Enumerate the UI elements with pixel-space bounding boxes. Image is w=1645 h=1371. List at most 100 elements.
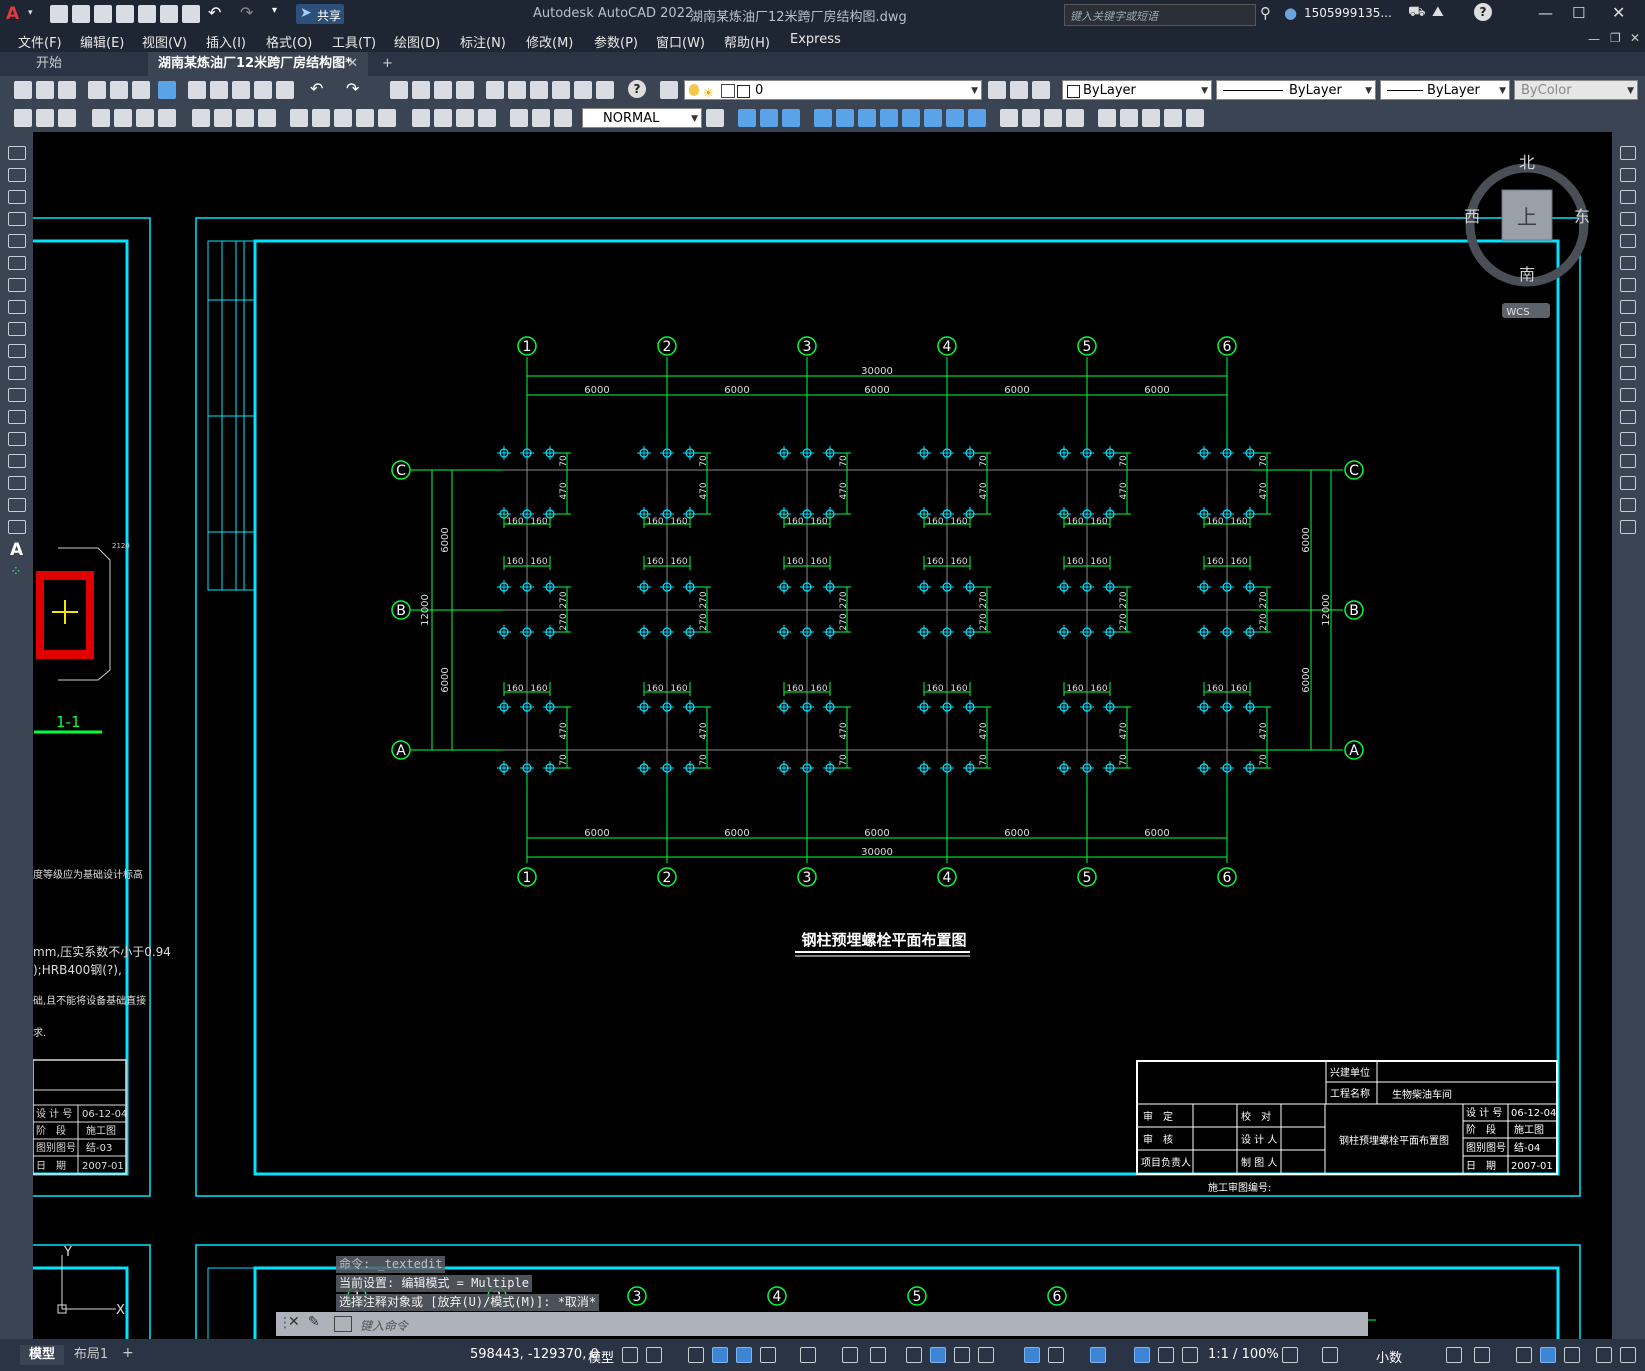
dim-baseline-icon[interactable] <box>312 109 330 127</box>
object-snap-tracking-icon[interactable] <box>842 1347 858 1363</box>
tab-start[interactable]: 开始 <box>26 52 146 76</box>
center-mark-icon[interactable] <box>434 109 452 127</box>
ortho-icon[interactable] <box>736 1347 752 1363</box>
sweep-icon[interactable] <box>858 109 876 127</box>
markup-icon[interactable] <box>574 81 592 99</box>
annotation-monitor-icon[interactable] <box>1322 1347 1338 1363</box>
annotation-visibility-icon[interactable] <box>1134 1347 1150 1363</box>
tab-close-icon[interactable]: ✕ <box>347 52 358 76</box>
customization-icon[interactable] <box>1596 1347 1612 1363</box>
doc-restore-icon[interactable]: ❐ <box>1610 31 1621 45</box>
coordinates[interactable]: 598443, -129370, 0 <box>470 1347 599 1362</box>
cut-icon[interactable] <box>188 81 206 99</box>
menu-draw[interactable]: 绘图(D) <box>394 32 440 51</box>
maximize-icon[interactable]: ☐ <box>1572 4 1585 22</box>
table-icon[interactable] <box>8 520 26 534</box>
rectangle-icon[interactable] <box>8 234 26 248</box>
help-icon-2[interactable]: ? <box>628 80 646 98</box>
insert-block-icon[interactable] <box>8 388 26 402</box>
intersect-icon[interactable] <box>968 109 986 127</box>
drawing-canvas[interactable]: 2120 1-1 度等级应为基础设计标高 mm,压实系数不小于0.94 );HR… <box>33 132 1612 1339</box>
calc-icon[interactable] <box>596 81 614 99</box>
save-as-icon[interactable] <box>116 5 134 23</box>
close-icon[interactable]: ✕ <box>1612 3 1625 22</box>
annotation-scale[interactable]: 1:1 / 100% <box>1208 1347 1279 1362</box>
stretch-icon[interactable] <box>1620 322 1636 336</box>
add-selected-icon[interactable]: ⁘ <box>10 564 22 580</box>
wedge-icon[interactable] <box>760 109 778 127</box>
lineweight-dropdown[interactable]: ByLayer ▼ <box>1380 80 1510 100</box>
doc-close-icon[interactable]: ✕ <box>1630 31 1640 45</box>
save-icon-2[interactable] <box>58 81 76 99</box>
undo-icon[interactable]: ↶ <box>208 3 221 22</box>
transparency-icon[interactable] <box>930 1347 946 1363</box>
help-icon[interactable]: ? <box>1474 3 1492 21</box>
3d-osnap-icon[interactable] <box>978 1347 994 1363</box>
polyline-icon[interactable] <box>8 190 26 204</box>
zoom-previous-icon[interactable] <box>456 81 474 99</box>
menu-tools[interactable]: 工具(T) <box>332 32 376 51</box>
blend-icon[interactable] <box>1620 498 1636 512</box>
compass-south[interactable]: 南 <box>1519 265 1535 284</box>
annotation-scale-icon[interactable] <box>1182 1347 1198 1363</box>
dim-linear-icon[interactable] <box>92 109 110 127</box>
offset-icon[interactable] <box>1620 212 1636 226</box>
lineweight-icon[interactable] <box>906 1347 922 1363</box>
extend-icon[interactable] <box>1620 366 1636 380</box>
jogged-linear-icon[interactable] <box>478 109 496 127</box>
menu-dimension[interactable]: 标注(N) <box>460 32 506 51</box>
save-web-icon[interactable] <box>160 5 178 23</box>
line-icon[interactable] <box>8 146 26 160</box>
arc-icon[interactable] <box>8 256 26 270</box>
loft-icon[interactable] <box>880 109 898 127</box>
grid-icon[interactable] <box>622 1347 638 1363</box>
clean-screen-icon[interactable] <box>1564 1347 1580 1363</box>
infer-constraints-icon[interactable] <box>688 1347 704 1363</box>
rotate-icon[interactable] <box>1620 278 1636 292</box>
sheet-set-icon[interactable] <box>552 81 570 99</box>
break-icon[interactable] <box>1620 410 1636 424</box>
layer-previous-icon[interactable] <box>1010 81 1028 99</box>
open-icon-2[interactable] <box>36 81 54 99</box>
revcloud-icon[interactable] <box>8 300 26 314</box>
fillet-edge-icon[interactable] <box>1000 109 1018 127</box>
dimstyle-dropdown[interactable]: NORMAL ▼ <box>582 108 702 128</box>
model-space-button[interactable]: 模型 <box>588 1347 614 1366</box>
layer-state-icon[interactable] <box>1032 81 1050 99</box>
open-icon[interactable] <box>72 5 90 23</box>
mirror-icon[interactable] <box>1620 190 1636 204</box>
color-dropdown[interactable]: ByLayer ▼ <box>1062 80 1212 100</box>
undo-icon-2[interactable]: ↶ <box>310 79 323 98</box>
copy-icon[interactable] <box>210 81 228 99</box>
menu-modify[interactable]: 修改(M) <box>526 32 573 51</box>
match-prop-icon[interactable] <box>254 81 272 99</box>
ellipse-icon[interactable] <box>8 344 26 358</box>
doc-minimize-icon[interactable]: — <box>1588 32 1600 46</box>
customize-wrench-icon[interactable]: ✎ <box>308 1314 320 1330</box>
tab-drawing[interactable]: 湖南某炼油厂12米跨厂房结构图* ✕ <box>148 52 368 76</box>
rotate-3d-icon[interactable] <box>1120 109 1138 127</box>
make-block-icon[interactable] <box>8 410 26 424</box>
dim-text-edit-icon[interactable] <box>532 109 550 127</box>
redo-icon-2[interactable]: ↷ <box>346 79 359 98</box>
layer-iso-icon[interactable] <box>58 109 76 127</box>
polygon-icon[interactable] <box>8 212 26 226</box>
qnew-icon[interactable] <box>14 81 32 99</box>
point-icon[interactable] <box>8 432 26 446</box>
quick-properties-icon[interactable] <box>1446 1347 1462 1363</box>
selection-filter-icon[interactable] <box>1048 1347 1064 1363</box>
menu-express[interactable]: Express <box>790 32 841 47</box>
array-icon[interactable] <box>1620 234 1636 248</box>
dim-edit-icon[interactable] <box>510 109 528 127</box>
copy-object-icon[interactable] <box>1620 168 1636 182</box>
design-center-icon[interactable] <box>508 81 526 99</box>
compass-north[interactable]: 北 <box>1519 153 1535 172</box>
tab-model[interactable]: 模型 <box>20 1345 64 1365</box>
plot-icon-2[interactable] <box>88 81 106 99</box>
dim-style-icon[interactable] <box>706 109 724 127</box>
cone-icon[interactable] <box>782 109 800 127</box>
compass-west[interactable]: 西 <box>1464 207 1480 226</box>
extrude-icon[interactable] <box>814 109 832 127</box>
paste-icon[interactable] <box>232 81 250 99</box>
dim-jogged-icon[interactable] <box>214 109 232 127</box>
